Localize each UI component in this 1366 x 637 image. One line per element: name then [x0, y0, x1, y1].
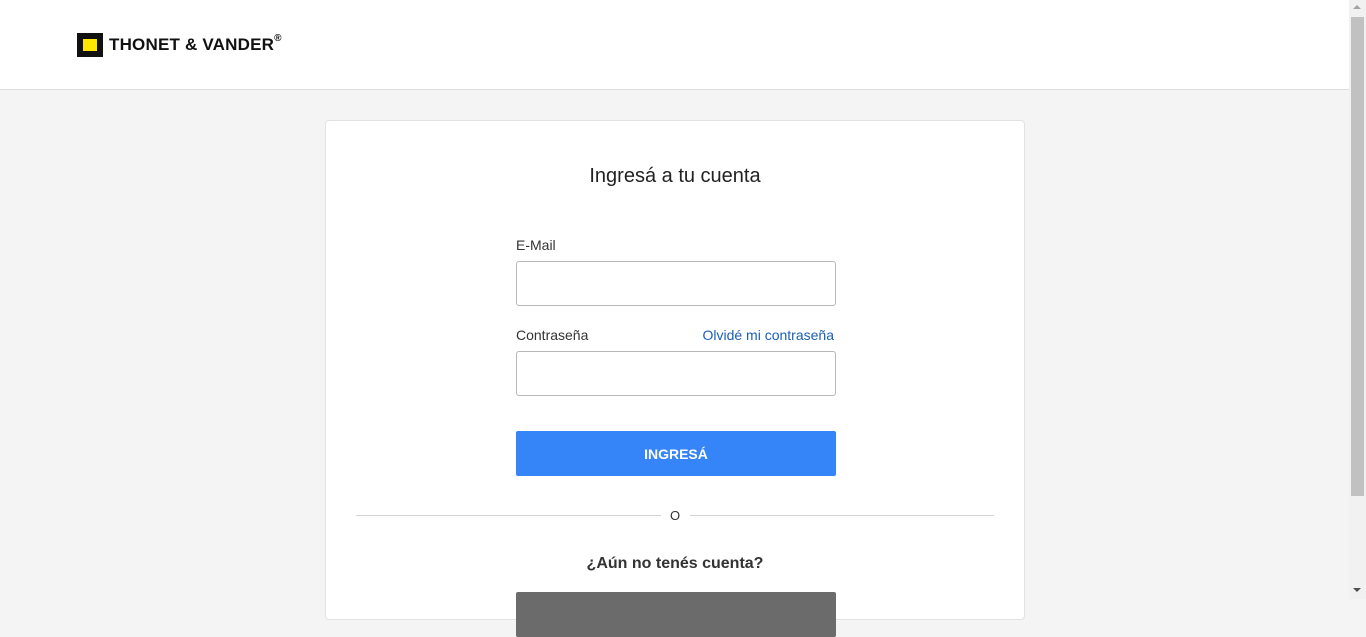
- login-card: Ingresá a tu cuenta E-Mail Contraseña Ol…: [325, 120, 1025, 637]
- scroll-thumb[interactable]: [1351, 17, 1364, 496]
- logo-square-icon: [77, 33, 103, 57]
- brand-name-text: THONET & VANDER: [109, 35, 275, 54]
- site-header: THONET & VANDER®: [0, 0, 1349, 90]
- forgot-password-link[interactable]: Olvidé mi contraseña: [702, 327, 834, 343]
- password-label: Contraseña: [516, 327, 589, 343]
- brand-logo[interactable]: THONET & VANDER®: [77, 33, 282, 57]
- email-label: E-Mail: [516, 237, 556, 253]
- scroll-up-icon[interactable]: [1353, 5, 1361, 9]
- registered-mark: ®: [274, 33, 282, 44]
- password-field[interactable]: [516, 351, 836, 396]
- page-title: Ingresá a tu cuenta: [589, 165, 761, 187]
- scroll-down-icon[interactable]: [1353, 588, 1361, 592]
- login-button[interactable]: INGRESÁ: [516, 431, 836, 476]
- no-account-text: ¿Aún no tenés cuenta?: [586, 555, 764, 572]
- divider-left: [356, 515, 661, 516]
- divider-text: O: [669, 508, 681, 523]
- divider-right: [690, 515, 994, 516]
- brand-name: THONET & VANDER®: [109, 33, 282, 55]
- email-field[interactable]: [516, 261, 836, 306]
- vertical-scrollbar[interactable]: [1349, 0, 1366, 599]
